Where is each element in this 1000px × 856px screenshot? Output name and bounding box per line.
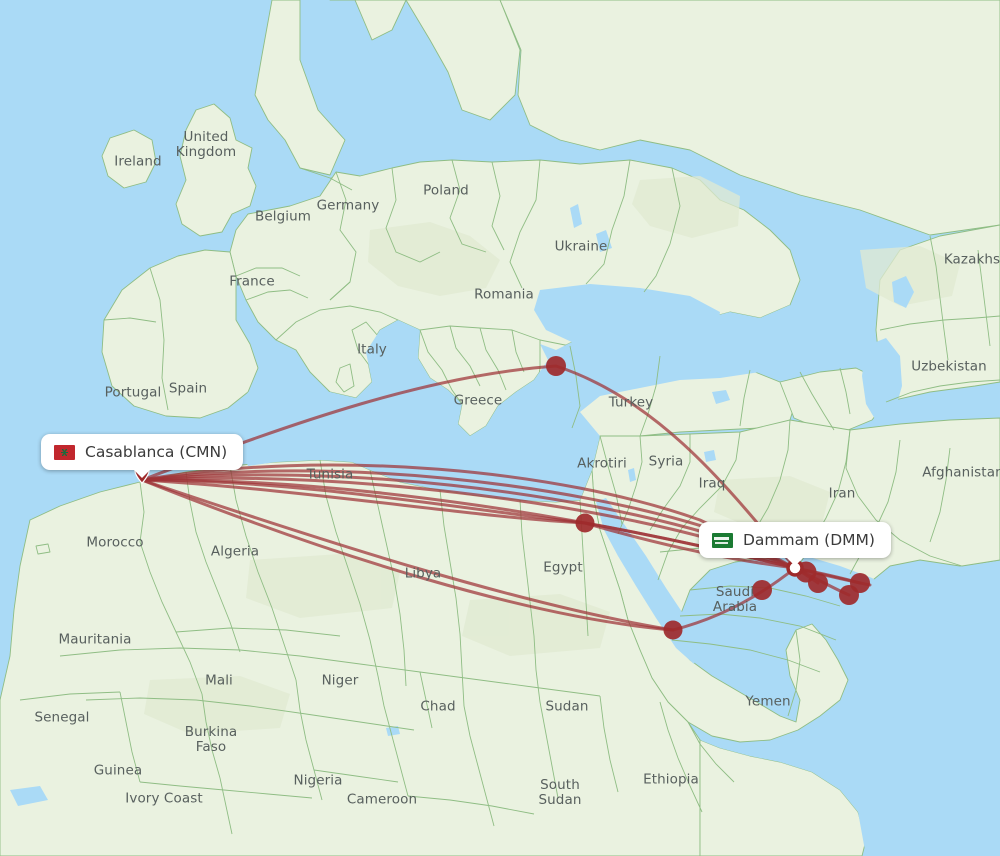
istanbul-waypoint[interactable]	[546, 356, 566, 376]
riyadh-waypoint[interactable]	[752, 580, 772, 600]
dubai-waypoint[interactable]	[850, 573, 870, 593]
destination-airport-text: Dammam (DMM)	[743, 531, 875, 549]
jeddah-waypoint[interactable]	[663, 620, 683, 640]
morocco-flag-icon	[54, 444, 75, 460]
flight-route-map[interactable]: Ireland United Kingdom Belgium Germany Polan…	[0, 0, 1000, 856]
canary-islands-land	[35, 543, 51, 555]
bubble-tail	[133, 469, 151, 478]
north-africa-land	[0, 459, 701, 856]
saudi-arabia-flag-icon	[712, 532, 733, 548]
cairo-waypoint[interactable]	[575, 513, 595, 533]
iraq-lake	[704, 450, 716, 462]
map-canvas	[0, 0, 1000, 856]
origin-airport-label[interactable]: Casablanca (CMN)	[41, 434, 244, 478]
origin-airport-text: Casablanca (CMN)	[85, 443, 228, 461]
bubble-tail	[786, 557, 804, 566]
destination-airport-label[interactable]: Dammam (DMM)	[699, 522, 891, 566]
doha-waypoint[interactable]	[808, 573, 828, 593]
